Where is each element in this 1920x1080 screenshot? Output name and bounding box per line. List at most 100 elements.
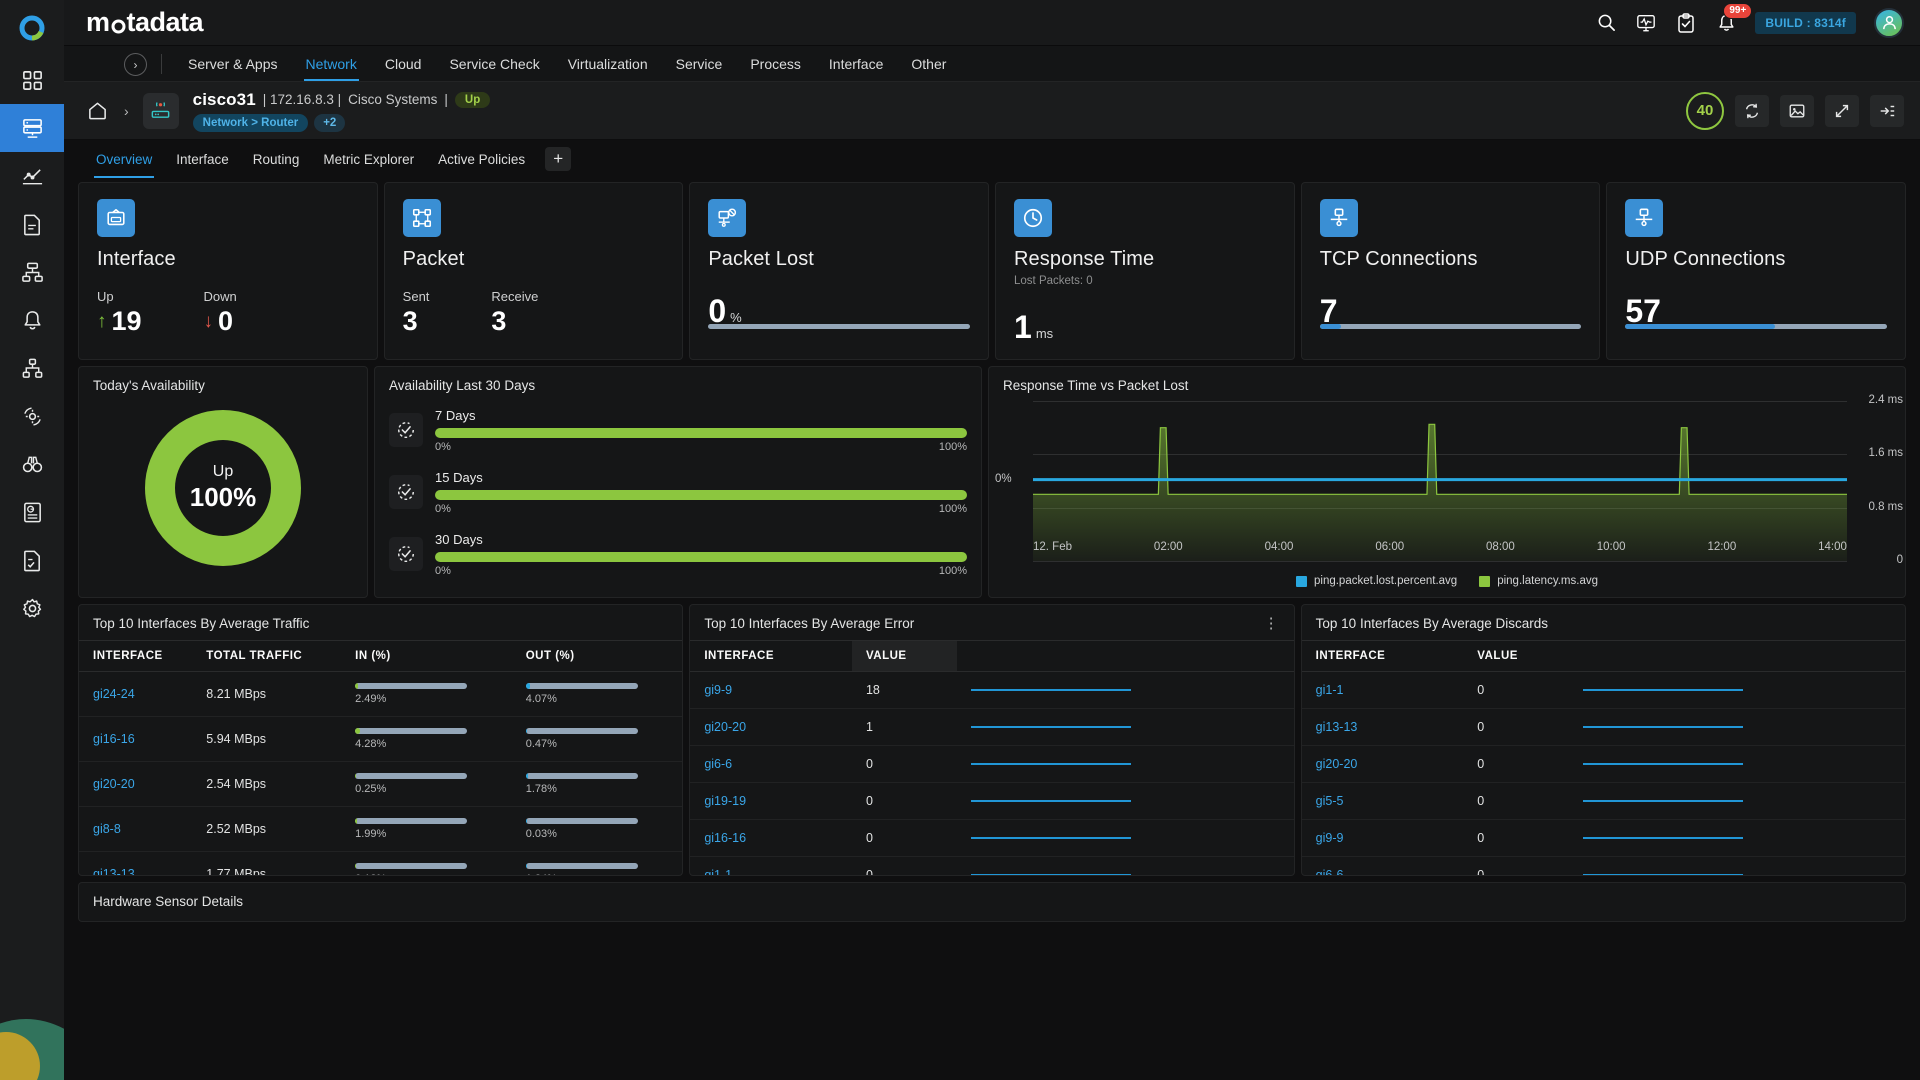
kpi-card-packet[interactable]: PacketSent3Receive3: [384, 182, 684, 360]
chart-legend-item[interactable]: ping.latency.ms.avg: [1479, 575, 1598, 587]
table-row[interactable]: gi9-90: [1302, 820, 1905, 857]
interface-link[interactable]: gi5-5: [1302, 783, 1464, 820]
sidebar-item-bell[interactable]: [0, 296, 64, 344]
nav-item-network[interactable]: Network: [292, 46, 371, 81]
column-header[interactable]: [957, 641, 1293, 672]
kpi-pair-value: 19: [112, 306, 142, 337]
column-header[interactable]: TOTAL TRAFFIC: [192, 641, 341, 672]
table-row[interactable]: gi24-248.21 MBps2.49%4.07%: [79, 672, 682, 717]
table-row[interactable]: gi1-10: [1302, 672, 1905, 709]
kpi-card-interface[interactable]: InterfaceUp↑19Down↓0: [78, 182, 378, 360]
column-header[interactable]: INTERFACE: [1302, 641, 1464, 672]
sidebar-item-discovery-binoculars[interactable]: [0, 440, 64, 488]
tab-interface[interactable]: Interface: [164, 140, 241, 178]
interface-link[interactable]: gi20-20: [79, 762, 192, 807]
interface-link[interactable]: gi13-13: [79, 852, 192, 877]
nav-item-virtualization[interactable]: Virtualization: [554, 46, 662, 81]
brand-logo[interactable]: m tadata: [86, 7, 203, 38]
kpi-card-packet-lost[interactable]: Packet Lost0%: [689, 182, 989, 360]
avatar[interactable]: [1874, 8, 1904, 38]
interface-link[interactable]: gi8-8: [79, 807, 192, 852]
column-header[interactable]: OUT (%): [512, 641, 683, 672]
availability-check-icon: [389, 413, 423, 447]
chevron-right-icon[interactable]: ›: [124, 53, 147, 76]
add-tab-button[interactable]: +: [545, 147, 571, 171]
table-row[interactable]: gi13-131.77 MBps0.18%1.24%: [79, 852, 682, 877]
build-chip[interactable]: BUILD : 8314f: [1755, 12, 1856, 34]
table-row[interactable]: gi19-190: [690, 783, 1293, 820]
sidebar-logo[interactable]: [0, 0, 64, 56]
interface-link[interactable]: gi16-16: [79, 717, 192, 762]
column-header[interactable]: INTERFACE: [690, 641, 852, 672]
interface-link[interactable]: gi6-6: [1302, 857, 1464, 877]
nav-item-interface[interactable]: Interface: [815, 46, 897, 81]
chart-legend-item[interactable]: ping.packet.lost.percent.avg: [1296, 575, 1457, 587]
monitor-pulse-icon[interactable]: [1635, 12, 1657, 34]
sidebar-item-audit-check[interactable]: [0, 536, 64, 584]
interface-link[interactable]: gi13-13: [1302, 709, 1464, 746]
table-row[interactable]: gi8-82.52 MBps1.99%0.03%: [79, 807, 682, 852]
clipboard-check-icon[interactable]: [1675, 12, 1697, 34]
availability-bar: [435, 490, 967, 500]
snapshot-image-icon[interactable]: [1780, 95, 1814, 127]
expand-icon[interactable]: [1825, 95, 1859, 127]
nav-item-server-apps[interactable]: Server & Apps: [174, 46, 292, 81]
interface-link[interactable]: gi6-6: [690, 746, 852, 783]
interface-link[interactable]: gi16-16: [690, 820, 852, 857]
table-row[interactable]: gi16-165.94 MBps4.28%0.47%: [79, 717, 682, 762]
table-row[interactable]: gi20-201: [690, 709, 1293, 746]
sidebar-item-server-rack[interactable]: [0, 104, 64, 152]
bell-icon[interactable]: 99+: [1715, 12, 1737, 34]
interface-link[interactable]: gi9-9: [690, 672, 852, 709]
table-row[interactable]: gi16-160: [690, 820, 1293, 857]
interface-link[interactable]: gi9-9: [1302, 820, 1464, 857]
sidebar-item-reports[interactable]: [0, 488, 64, 536]
sidebar-item-network-nodes[interactable]: [0, 344, 64, 392]
table-row[interactable]: gi13-130: [1302, 709, 1905, 746]
tab-active-policies[interactable]: Active Policies: [426, 140, 537, 178]
column-header[interactable]: VALUE: [852, 641, 958, 672]
legend-label: ping.packet.lost.percent.avg: [1314, 575, 1457, 587]
interface-link[interactable]: gi19-19: [690, 783, 852, 820]
interface-link[interactable]: gi1-1: [690, 857, 852, 877]
column-header[interactable]: [1569, 641, 1905, 672]
device-more-tags[interactable]: +2: [314, 114, 345, 132]
device-category-tag[interactable]: Network > Router: [193, 114, 309, 132]
nav-item-service[interactable]: Service: [662, 46, 737, 81]
table-row[interactable]: gi20-200: [1302, 746, 1905, 783]
tab-metric-explorer[interactable]: Metric Explorer: [311, 140, 426, 178]
column-header[interactable]: VALUE: [1463, 641, 1569, 672]
nav-item-cloud[interactable]: Cloud: [371, 46, 436, 81]
sidebar-item-settings-gear[interactable]: [0, 584, 64, 632]
nav-item-service-check[interactable]: Service Check: [435, 46, 553, 81]
interface-link[interactable]: gi20-20: [690, 709, 852, 746]
kpi-card-udp-connections[interactable]: UDP Connections57: [1606, 182, 1906, 360]
table-row[interactable]: gi9-918: [690, 672, 1293, 709]
nav-item-other[interactable]: Other: [897, 46, 960, 81]
sidebar-item-dashboard-grid[interactable]: [0, 56, 64, 104]
home-icon[interactable]: [84, 98, 110, 124]
search-icon[interactable]: [1595, 12, 1617, 34]
table-row[interactable]: gi5-50: [1302, 783, 1905, 820]
column-header[interactable]: INTERFACE: [79, 641, 192, 672]
interface-link[interactable]: gi1-1: [1302, 672, 1464, 709]
sidebar-item-topology[interactable]: [0, 248, 64, 296]
refresh-icon[interactable]: [1735, 95, 1769, 127]
table-row[interactable]: gi20-202.54 MBps0.25%1.78%: [79, 762, 682, 807]
sidebar-item-automation-gear[interactable]: [0, 392, 64, 440]
sidebar-item-metrics-chart[interactable]: [0, 152, 64, 200]
table-row[interactable]: gi6-60: [690, 746, 1293, 783]
sidebar-item-document[interactable]: [0, 200, 64, 248]
kpi-card-response-time[interactable]: Response TimeLost Packets: 01ms: [995, 182, 1295, 360]
tab-routing[interactable]: Routing: [241, 140, 312, 178]
tab-overview[interactable]: Overview: [84, 140, 164, 178]
nav-item-process[interactable]: Process: [736, 46, 815, 81]
interface-link[interactable]: gi20-20: [1302, 746, 1464, 783]
table-row[interactable]: gi6-60: [1302, 857, 1905, 877]
column-header[interactable]: IN (%): [341, 641, 512, 672]
collapse-panel-icon[interactable]: [1870, 95, 1904, 127]
table-row[interactable]: gi1-10: [690, 857, 1293, 877]
kpi-card-tcp-connections[interactable]: TCP Connections7: [1301, 182, 1601, 360]
interface-link[interactable]: gi24-24: [79, 672, 192, 717]
kebab-menu-icon[interactable]: ⋮: [1264, 620, 1280, 628]
